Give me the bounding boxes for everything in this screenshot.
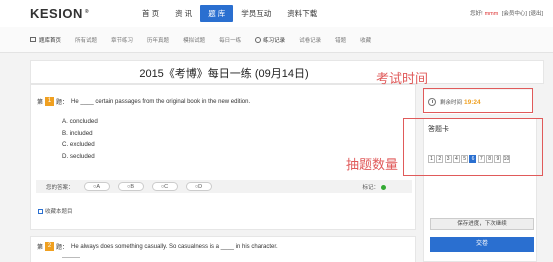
subnav-past[interactable]: 历年真题 (147, 36, 169, 44)
mark-label: 标记： (362, 185, 379, 191)
nav-home[interactable]: 首 页 (134, 0, 167, 27)
nav-news[interactable]: 资 讯 (167, 0, 200, 27)
submit-button[interactable]: 交卷 (430, 237, 534, 252)
answer-radio-b[interactable]: ○B (117, 182, 144, 191)
logo-text: KESION (30, 6, 83, 21)
subnav-favorites[interactable]: 收藏 (360, 36, 371, 44)
option-a: A. concluded (62, 118, 98, 125)
logout-link[interactable]: [退出] (529, 11, 543, 17)
subnav-home[interactable]: 题库首页 (30, 36, 61, 44)
option-c: C. excluded (62, 141, 95, 148)
main-nav: 首 页 资 讯 题 库 学员互动 资料下载 (134, 0, 325, 27)
nav-interaction[interactable]: 学员互动 (233, 0, 279, 27)
mark-icon (381, 184, 386, 190)
option-b: B. included (62, 129, 93, 137)
logo-mark: ® (84, 8, 90, 15)
annotation-box-time (423, 88, 533, 113)
subnav-wrong[interactable]: 错题 (335, 36, 346, 44)
question-number: 1 (45, 97, 55, 106)
greeting: 您好! (470, 11, 483, 17)
grid-icon (30, 37, 36, 42)
subnav-chapter[interactable]: 章节练习 (111, 36, 133, 44)
clock-icon (255, 36, 262, 43)
option-stub (62, 257, 80, 258)
question-text: He always does something casually. So ca… (71, 243, 278, 250)
question-label: 第 2 题： (37, 242, 68, 251)
sub-nav: 题库首页 所有试题 章节练习 历年真题 模拟试题 每日一练 练习记录 试卷记录 … (0, 27, 553, 53)
question-text: He ____ certain passages from the origin… (71, 98, 251, 105)
question-prefix: 第 (37, 100, 44, 106)
question-2: 第 2 题： He always does something casually… (37, 242, 278, 251)
annotation-time: 考试时间 (376, 72, 429, 87)
page-title: 2015《考博》每日一练 (09月14日) (139, 68, 309, 80)
collect-label: 收藏本题目 (45, 209, 73, 215)
subnav-mock[interactable]: 模拟试题 (183, 36, 205, 44)
annotation-count: 抽题数量 (346, 158, 399, 173)
logo[interactable]: KESION ® (30, 6, 89, 21)
subnav-label: 题库首页 (39, 37, 62, 44)
nav-question-bank[interactable]: 题 库 (200, 5, 234, 22)
mark-toggle[interactable]: 标记： (362, 183, 386, 191)
save-progress-button[interactable]: 保存进度，下次继续 (430, 218, 534, 230)
answer-radio-d[interactable]: ○D (185, 182, 212, 191)
top-bar: KESION ® 首 页 资 讯 题 库 学员互动 资料下载 您好! mmm [会员… (0, 0, 553, 28)
question-number: 2 (45, 242, 55, 251)
question-prefix: 第 (37, 245, 44, 251)
subnav-records[interactable]: 练习记录 (255, 36, 285, 44)
annotation-box-count (403, 118, 543, 176)
member-center-link[interactable]: [会员中心] (502, 11, 527, 17)
title-bar: 2015《考博》每日一练 (09月14日) (30, 60, 544, 84)
nav-downloads[interactable]: 资料下载 (279, 0, 325, 27)
user-bar: 您好! mmm [会员中心] [退出] (468, 9, 543, 17)
option-d: D. secluded (62, 152, 95, 160)
question-suffix: 题： (56, 100, 69, 106)
username[interactable]: mmm (485, 11, 499, 17)
answer-row: 您的答案： ○A ○B ○C ○D 标记： (36, 180, 412, 193)
subnav-label: 练习记录 (263, 37, 286, 44)
question-1: 第 1 题： He ____ certain passages from the… (37, 97, 250, 106)
checkbox-icon (38, 208, 43, 214)
answer-label: 您的答案： (46, 184, 74, 191)
question-label: 第 1 题： (37, 97, 68, 106)
collect-question[interactable]: 收藏本题目 (38, 207, 73, 215)
subnav-paper-records[interactable]: 试卷记录 (299, 36, 321, 44)
options-list: A. concluded B. included C. excluded D. … (62, 116, 98, 162)
answer-radio-a[interactable]: ○A (83, 182, 110, 191)
question-suffix: 题： (56, 245, 69, 251)
subnav-all[interactable]: 所有试题 (75, 36, 97, 44)
subnav-daily[interactable]: 每日一练 (219, 36, 241, 44)
answer-radio-c[interactable]: ○C (151, 182, 178, 191)
